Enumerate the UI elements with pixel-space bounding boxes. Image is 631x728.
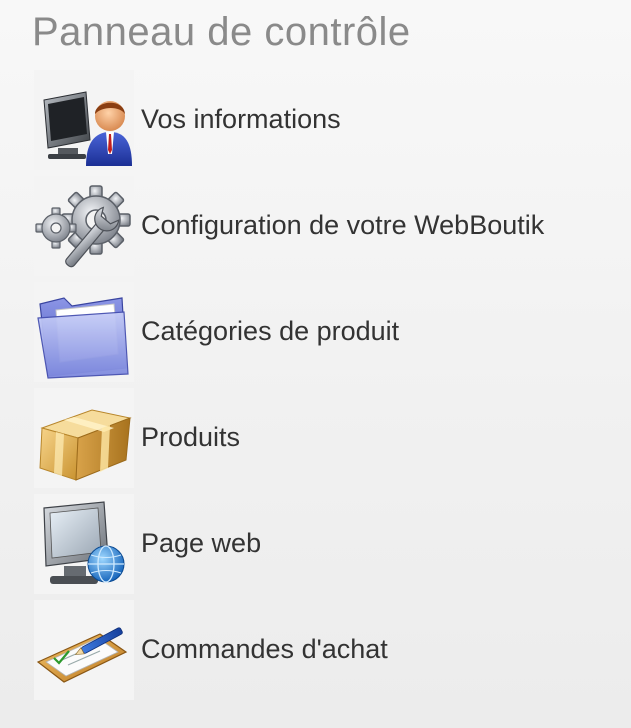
menu-item-commandes-achat[interactable]: Commandes d'achat	[34, 600, 624, 700]
menu-item-label: Commandes d'achat	[141, 634, 388, 664]
menu-item-label: Vos informations	[141, 104, 341, 134]
menu-item-produits[interactable]: Produits	[34, 388, 624, 488]
monitor-globe-icon	[34, 494, 134, 594]
control-panel: Panneau de contrôle Vos informations Con…	[0, 0, 631, 728]
menu-item-configuration[interactable]: Configuration de votre WebBoutik	[34, 176, 624, 276]
package-box-icon	[34, 388, 134, 488]
menu-item-page-web[interactable]: Page web	[34, 494, 624, 594]
menu-item-label: Configuration de votre WebBoutik	[141, 210, 545, 240]
gears-wrench-icon	[34, 176, 134, 276]
menu-item-categories[interactable]: Catégories de produit	[34, 282, 624, 382]
clipboard-pen-icon	[34, 600, 134, 700]
panel-title: Panneau de contrôle	[32, 10, 411, 54]
folder-icon	[34, 282, 134, 382]
menu-item-label: Catégories de produit	[141, 316, 400, 346]
user-computer-icon	[34, 70, 134, 170]
menu-item-label: Page web	[141, 528, 262, 558]
menu-item-label: Produits	[141, 422, 241, 452]
menu-item-vos-informations[interactable]: Vos informations	[34, 70, 624, 170]
